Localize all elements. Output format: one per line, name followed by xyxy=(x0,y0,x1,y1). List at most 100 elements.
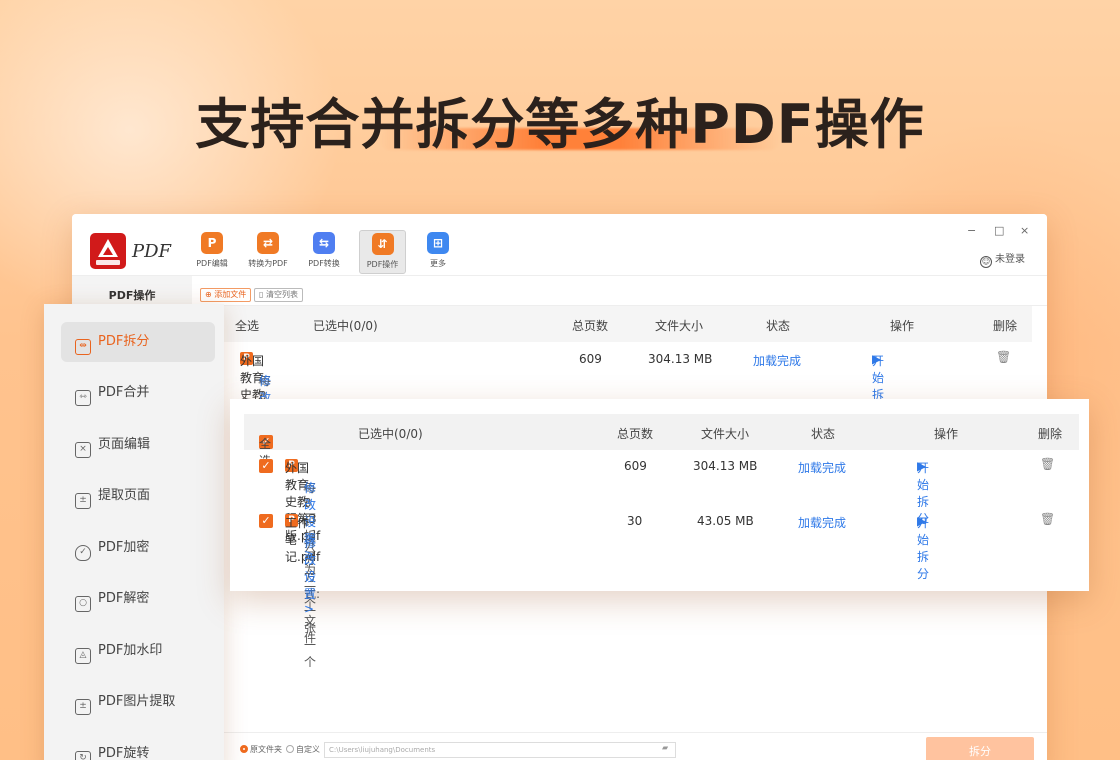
selected-count: 已选中(0/0) xyxy=(313,319,378,333)
title-bar: PDF P PDF编辑 ⇄ 转换为PDF ⇆ PDF转换 ⇵ PDF操作 ⊞ 更… xyxy=(72,214,1047,276)
page-count: 609 xyxy=(624,459,647,473)
image-extract-icon: ± xyxy=(75,699,91,715)
table-row: ✓ P 外国教育史教程第3版.pdf 每3页拆分为一个文件 修改设置 > 609… xyxy=(244,457,1079,645)
headline: 支持合并拆分等多种PDF操作 xyxy=(195,93,925,156)
unlock-icon: ○ xyxy=(75,596,91,612)
toolbar-pdf-edit[interactable]: P PDF编辑 xyxy=(190,230,234,274)
add-file-label: 添加文件 xyxy=(214,290,247,299)
toolbar-label: PDF编辑 xyxy=(196,259,228,268)
start-split-label: 开始拆分 xyxy=(917,516,930,581)
logo-text: PDF xyxy=(132,241,172,262)
shield-icon: ✓ xyxy=(75,545,91,561)
pdf-edit-icon: P xyxy=(201,232,223,254)
toolbar-convert-to-pdf[interactable]: ⇄ 转换为PDF xyxy=(246,230,290,274)
trash-icon[interactable]: 🗑 xyxy=(996,350,1011,364)
split-button[interactable]: 拆分 xyxy=(926,737,1034,760)
custom-folder-label: 自定义 xyxy=(296,745,320,754)
sidebar-item-label: PDF加密 xyxy=(98,540,150,555)
user-icon: ☺ xyxy=(980,256,992,268)
status-header: 状态 xyxy=(811,427,836,441)
pages-header: 总页数 xyxy=(617,427,654,441)
rotate-icon: ↻ xyxy=(75,751,91,760)
status-text: 加载完成 xyxy=(798,516,847,530)
delete-header: 删除 xyxy=(993,319,1018,333)
checkbox-checked-icon: ✓ xyxy=(259,514,273,528)
page-count: 609 xyxy=(579,352,602,366)
table-row: ✓ P 工作笔记.pdf 拆分方式: 一张一个 修改设置 > 30 43.05 … xyxy=(244,512,1079,669)
select-all-label[interactable]: 全选 xyxy=(235,317,259,334)
minimize-button[interactable]: − xyxy=(967,224,976,237)
sidebar-item-label: 提取页面 xyxy=(98,488,151,503)
output-path-input[interactable]: C:\Users\liujuhang\Documents xyxy=(324,742,676,758)
original-folder-label: 原文件夹 xyxy=(250,745,282,754)
sidebar-item-image-extract[interactable]: ± PDF图片提取 xyxy=(61,682,215,722)
checkbox-checked-icon: ✓ xyxy=(259,459,273,473)
folder-icon[interactable]: ▰ xyxy=(662,743,668,752)
delete-header: 删除 xyxy=(1038,427,1063,441)
output-bar: 原文件夹 自定义 C:\Users\liujuhang\Documents ▰ … xyxy=(192,732,1047,760)
status-text: 加载完成 xyxy=(798,461,847,475)
toolbar-pdf-operation[interactable]: ⇵ PDF操作 xyxy=(359,230,406,274)
split-icon: ⇹ xyxy=(75,339,91,355)
sidebar-item-page-edit[interactable]: × 页面编辑 xyxy=(61,425,215,465)
sidebar-item-decrypt[interactable]: ○ PDF解密 xyxy=(61,579,215,619)
sidebar-item-rotate[interactable]: ↻ PDF旋转 xyxy=(61,734,215,760)
page-edit-icon: × xyxy=(75,442,91,458)
selected-count: 已选中(0/0) xyxy=(358,427,423,441)
operation-sidebar: ⇹ PDF拆分 ⇿ PDF合并 × 页面编辑 ± 提取页面 ✓ PDF加密 ○ PDF解密 … xyxy=(44,304,224,760)
toolbar-label: 更多 xyxy=(430,259,446,268)
user-label: 未登录 xyxy=(995,254,1025,265)
toolbar-label: PDF转换 xyxy=(308,259,340,268)
watermark-icon: ◬ xyxy=(75,648,91,664)
file-size: 304.13 MB xyxy=(648,352,713,366)
file-size: 43.05 MB xyxy=(697,514,754,528)
sidebar-item-label: PDF拆分 xyxy=(98,334,150,349)
clear-list-label: 清空列表 xyxy=(265,290,298,299)
clear-list-button[interactable]: ▯ 清空列表 xyxy=(254,288,303,302)
sidebar-item-encrypt[interactable]: ✓ PDF加密 xyxy=(61,528,215,568)
sub-toolbar: ⊕ 添加文件 ▯ 清空列表 xyxy=(192,276,1047,306)
sidebar-item-label: PDF合并 xyxy=(98,385,150,400)
add-file-button[interactable]: ⊕ 添加文件 xyxy=(200,288,252,302)
zoomed-table-header: ✓ 全选 已选中(0/0) 总页数 文件大小 状态 操作 删除 xyxy=(244,414,1079,468)
user-login[interactable]: ☺ 未登录 xyxy=(980,250,1025,268)
pages-header: 总页数 xyxy=(572,319,609,333)
modify-settings-link[interactable]: 修改设置 > xyxy=(304,534,316,616)
sidebar-title: PDF操作 xyxy=(72,276,192,306)
maximize-button[interactable]: □ xyxy=(994,224,1004,237)
original-folder-option[interactable]: 原文件夹 xyxy=(240,744,282,755)
custom-folder-option[interactable]: 自定义 xyxy=(286,744,320,755)
trash-icon[interactable]: 🗑 xyxy=(1040,457,1055,471)
sidebar-item-watermark[interactable]: ◬ PDF加水印 xyxy=(61,631,215,671)
more-apps-icon: ⊞ xyxy=(427,232,449,254)
sidebar-item-label: PDF加水印 xyxy=(98,643,163,658)
action-header: 操作 xyxy=(934,427,959,441)
table-header: 全选 已选中(0/0) 总页数 文件大小 状态 操作 删除 xyxy=(192,306,1032,342)
toolbar-pdf-convert[interactable]: ⇆ PDF转换 xyxy=(302,230,346,274)
pdf-logo-icon xyxy=(90,233,126,269)
close-button[interactable]: × xyxy=(1020,224,1029,237)
page-count: 30 xyxy=(627,514,643,528)
status-header: 状态 xyxy=(766,319,791,333)
status-text: 加载完成 xyxy=(753,354,802,368)
action-header: 操作 xyxy=(890,319,915,333)
toolbar-label: 转换为PDF xyxy=(248,259,288,268)
sidebar-item-split[interactable]: ⇹ PDF拆分 xyxy=(61,322,215,362)
sidebar-item-label: PDF旋转 xyxy=(98,746,150,760)
trash-icon[interactable]: 🗑 xyxy=(1040,512,1055,526)
size-header: 文件大小 xyxy=(701,427,750,441)
sidebar-item-extract-page[interactable]: ± 提取页面 xyxy=(61,476,215,516)
table-row: P 外国教育史教程第3版.pdf 每3页拆分为一个文件 修改设置 > 609 3… xyxy=(192,348,1032,538)
sidebar-item-label: 页面编辑 xyxy=(98,437,151,452)
toolbar-label: PDF操作 xyxy=(366,260,399,269)
sidebar-item-label: PDF解密 xyxy=(98,591,150,606)
sidebar-item-merge[interactable]: ⇿ PDF合并 xyxy=(61,373,215,413)
convert-to-pdf-icon: ⇄ xyxy=(257,232,279,254)
size-header: 文件大小 xyxy=(655,319,704,333)
zoomed-file-list: ✓ 全选 已选中(0/0) 总页数 文件大小 状态 操作 删除 ✓ P 外国教育… xyxy=(230,399,1089,669)
toolbar-more[interactable]: ⊞ 更多 xyxy=(416,230,460,274)
merge-icon: ⇿ xyxy=(75,390,91,406)
file-size: 304.13 MB xyxy=(693,459,758,473)
pdf-operation-icon: ⇵ xyxy=(371,233,394,255)
sidebar-item-label: PDF图片提取 xyxy=(98,694,176,709)
